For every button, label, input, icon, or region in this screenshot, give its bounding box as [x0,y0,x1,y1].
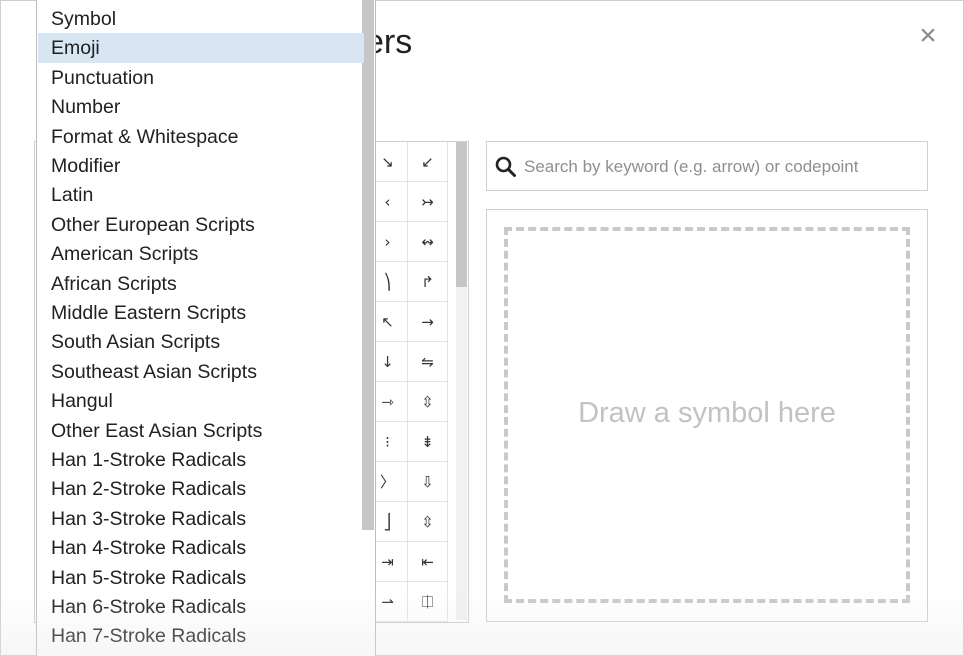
dropdown-option[interactable]: Han 8-Stroke Radicals [38,651,364,656]
symbol-cell[interactable]: ⎅ [408,582,448,622]
symbol-cell[interactable]: ⇋ [408,342,448,382]
symbol-cell[interactable]: ↱ [408,262,448,302]
dropdown-option[interactable]: Han 6-Stroke Radicals [38,592,364,622]
symbol-cell[interactable]: ⇳ [408,502,448,542]
draw-hint: Draw a symbol here [578,396,836,429]
dropdown-option[interactable]: Format & Whitespace [38,122,364,152]
symbol-cell[interactable]: ⇤ [408,542,448,582]
symbol-grid-scrollbar[interactable] [456,142,467,620]
draw-panel: Draw a symbol here [486,209,928,622]
symbol-cell[interactable]: ↣ [408,182,448,222]
dropdown-option[interactable]: Han 1-Stroke Radicals [38,445,364,475]
draw-area[interactable]: Draw a symbol here [504,227,910,603]
category-dropdown-list: Symbol Emoji Punctuation Number Format & Whi… [36,0,376,656]
dropdown-option[interactable]: Han 2-Stroke Radicals [38,474,364,504]
dropdown-option[interactable]: Han 4-Stroke Radicals [38,533,364,563]
dropdown-option[interactable]: South Asian Scripts [38,327,364,357]
close-icon[interactable]: × [915,21,941,51]
search-box [486,141,928,191]
dropdown-option[interactable]: Emoji [38,33,364,64]
symbol-cell[interactable]: ↙ [408,142,448,182]
symbol-cell[interactable]: → [408,302,448,342]
search-input[interactable] [522,150,921,184]
dropdown-option[interactable]: Hangul [38,386,364,416]
dropdown-option[interactable]: Modifier [38,151,364,181]
dropdown-option[interactable]: Southeast Asian Scripts [38,357,364,387]
dropdown-option[interactable]: Other East Asian Scripts [38,416,364,446]
dropdown-option[interactable]: Number [38,92,364,122]
search-icon [495,156,516,177]
dropdown-option[interactable]: American Scripts [38,239,364,269]
dropdown-option[interactable]: Han 5-Stroke Radicals [38,563,364,593]
symbol-cell[interactable]: ⇳ [408,382,448,422]
dropdown-option[interactable]: African Scripts [38,269,364,299]
dropdown-option[interactable]: Symbol [38,4,364,34]
symbol-cell[interactable]: ⇟ [408,422,448,462]
symbol-grid-scrollbar-thumb[interactable] [456,142,467,287]
dropdown-option[interactable]: Middle Eastern Scripts [38,298,364,328]
dropdown-option[interactable]: Han 3-Stroke Radicals [38,504,364,534]
dropdown-option[interactable]: Other European Scripts [38,210,364,240]
dropdown-option[interactable]: Han 7-Stroke Radicals [38,621,364,651]
symbol-cell[interactable]: ↭ [408,222,448,262]
dropdown-option[interactable]: Punctuation [38,63,364,93]
symbol-cell[interactable]: ⇩ [408,462,448,502]
dropdown-option[interactable]: Latin [38,180,364,210]
